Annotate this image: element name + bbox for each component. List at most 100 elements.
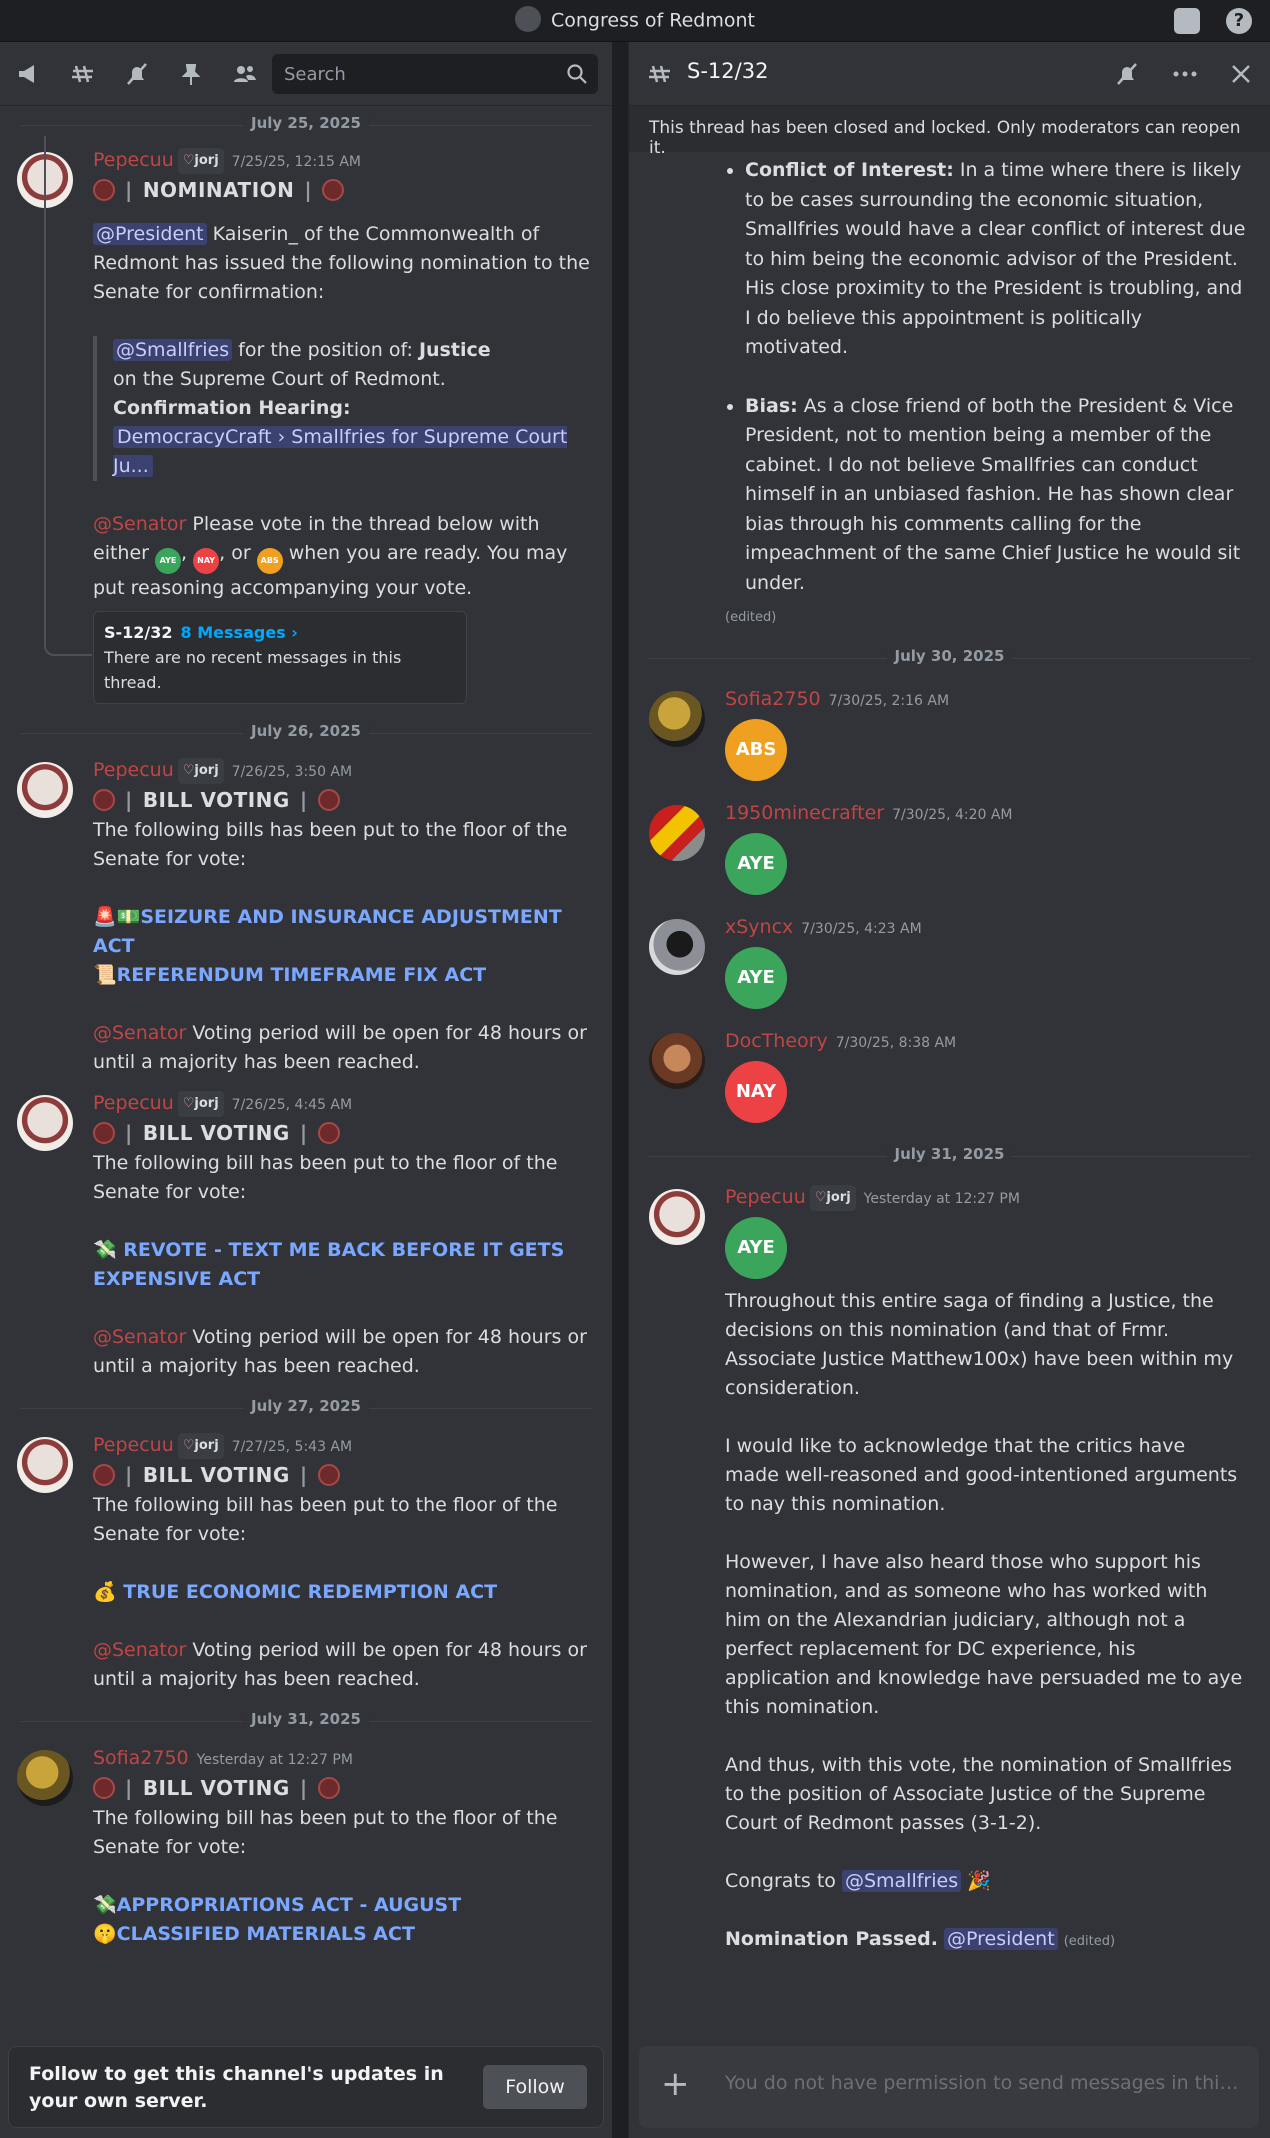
- pane-gap: [612, 42, 628, 2138]
- username[interactable]: DocTheory: [725, 1030, 828, 1052]
- username[interactable]: 1950minecrafter: [725, 802, 884, 824]
- message-text: The following bill has been put to the f…: [93, 1152, 558, 1203]
- mention-president[interactable]: @President: [944, 1928, 1058, 1950]
- message-header: | BILL VOTING |: [93, 784, 592, 816]
- bill-link[interactable]: TRUE ECONOMIC REDEMPTION ACT: [117, 1581, 497, 1603]
- server-tag[interactable]: jorj: [177, 1091, 224, 1117]
- bill-link[interactable]: REFERENDUM TIMEFRAME FIX ACT: [117, 964, 486, 986]
- avatar[interactable]: [17, 762, 73, 818]
- thread-preview-card[interactable]: S-12/32 8 Messages › There are no recent …: [93, 611, 467, 704]
- message-nomination: Pepecuujorj 7/25/25, 12:15 AM |NOMINATION…: [0, 136, 612, 704]
- username[interactable]: Pepecuu: [725, 1186, 806, 1208]
- message-composer[interactable]: + You do not have permission to send mes…: [639, 2046, 1259, 2128]
- bill-link[interactable]: APPROPRIATIONS ACT - AUGUST: [117, 1894, 462, 1916]
- avatar[interactable]: [649, 1189, 705, 1245]
- title-bar: Congress of Redmont ?: [0, 0, 1270, 42]
- help-icon[interactable]: ?: [1226, 8, 1252, 34]
- mention-senator[interactable]: @Senator: [93, 1639, 186, 1661]
- thread-icon: [649, 65, 670, 83]
- date-divider: July 26, 2025: [20, 720, 592, 746]
- username[interactable]: Pepecuu: [93, 1434, 174, 1456]
- threads-icon[interactable]: [70, 62, 96, 86]
- message-text: The following bill has been put to the f…: [93, 1807, 558, 1858]
- avatar[interactable]: [649, 1033, 705, 1089]
- date-divider: July 27, 2025: [20, 1395, 592, 1421]
- message-text: @Senator Voting period will be open for …: [93, 1022, 587, 1073]
- mention-senator[interactable]: @Senator: [93, 513, 186, 535]
- mention-president[interactable]: @President: [93, 223, 207, 245]
- server-tag[interactable]: jorj: [177, 148, 224, 174]
- channel-link[interactable]: DemocracyCraft › Smallfries for Supreme …: [113, 426, 568, 477]
- username[interactable]: Sofia2750: [725, 688, 821, 710]
- bill-list: 💸 REVOTE - TEXT ME BACK BEFORE IT GETS E…: [93, 1239, 565, 1290]
- username[interactable]: Pepecuu: [93, 1092, 174, 1114]
- aye-emoji: AYE: [725, 947, 787, 1009]
- mute-bell-icon[interactable]: [124, 62, 150, 86]
- megaphone-icon[interactable]: [16, 62, 42, 86]
- server-tag[interactable]: jorj: [809, 1185, 856, 1211]
- mention-senator[interactable]: @Senator: [93, 1326, 186, 1348]
- message-header: | NOMINATION |: [93, 174, 592, 206]
- mute-bell-icon[interactable]: [1114, 62, 1140, 86]
- seal-icon: [93, 1122, 115, 1144]
- username[interactable]: Sofia2750: [93, 1747, 189, 1769]
- mention-senator[interactable]: @Senator: [93, 1022, 186, 1044]
- vote-message: xSyncx 7/30/25, 4:23 AM AYE: [649, 915, 1250, 1009]
- aye-emoji: AYE: [725, 833, 787, 895]
- message-bill-voting: Pepecuujorj 7/26/25, 3:50 AM |BILL VOTING…: [0, 758, 612, 1077]
- mention-smallfries[interactable]: @Smallfries: [841, 1870, 962, 1892]
- thread-message-count[interactable]: 8 Messages ›: [181, 623, 298, 642]
- server-tag[interactable]: jorj: [177, 758, 224, 784]
- timestamp: 7/30/25, 2:16 AM: [828, 693, 950, 709]
- seal-icon: [317, 1122, 340, 1144]
- message-text: @Senator Please vote in the thread below…: [93, 513, 568, 599]
- message-bill-voting: Pepecuujorj 7/27/25, 5:43 AM |BILL VOTING…: [0, 1433, 612, 1694]
- more-options-icon[interactable]: [1172, 62, 1198, 86]
- inbox-icon[interactable]: [1174, 8, 1200, 34]
- aye-emoji: AYE: [725, 1217, 787, 1279]
- avatar[interactable]: [649, 919, 705, 975]
- date-divider: July 25, 2025: [20, 112, 592, 138]
- timestamp: 7/30/25, 8:38 AM: [835, 1035, 957, 1051]
- bill-link[interactable]: CLASSIFIED MATERIALS ACT: [117, 1923, 415, 1945]
- avatar[interactable]: [17, 1095, 73, 1151]
- members-icon[interactable]: [232, 62, 258, 86]
- username[interactable]: xSyncx: [725, 916, 793, 938]
- username[interactable]: Pepecuu: [93, 759, 174, 781]
- close-icon[interactable]: [1230, 62, 1252, 86]
- channel-header: Search: [0, 42, 612, 106]
- follow-text: Follow to get this channel's updates in …: [29, 2063, 444, 2112]
- avatar[interactable]: [649, 691, 705, 747]
- server-tag[interactable]: jorj: [177, 1433, 224, 1459]
- seal-icon: [93, 1777, 115, 1799]
- bill-list: 💸APPROPRIATIONS ACT - AUGUST 🤫CLASSIFIED …: [93, 1894, 462, 1945]
- follow-button[interactable]: Follow: [483, 2065, 587, 2109]
- seal-icon: [317, 1777, 340, 1799]
- seal-icon: [93, 179, 115, 201]
- bill-list: 💰 TRUE ECONOMIC REDEMPTION ACT: [93, 1581, 498, 1603]
- seal-icon: [322, 179, 345, 201]
- mention-smallfries[interactable]: @Smallfries: [113, 339, 233, 361]
- avatar[interactable]: [17, 1750, 73, 1806]
- bill-link[interactable]: REVOTE - TEXT ME BACK BEFORE IT GETS EXP…: [93, 1239, 564, 1290]
- message-bill-voting: Pepecuujorj 7/26/25, 4:45 AM |BILL VOTING…: [0, 1091, 612, 1381]
- vote-message: DocTheory 7/30/25, 8:38 AM NAY: [649, 1029, 1250, 1123]
- message-text: And thus, with this vote, the nomination…: [725, 1754, 1233, 1834]
- bill-link[interactable]: SEIZURE AND INSURANCE ADJUSTMENT ACT: [93, 906, 562, 957]
- message-text: @Senator Voting period will be open for …: [93, 1639, 587, 1690]
- thread-name[interactable]: S-12/32: [104, 623, 173, 642]
- message-text: Congrats to @Smallfries 🎉: [725, 1870, 991, 1892]
- thread-header: S-12/32: [629, 42, 1270, 106]
- avatar[interactable]: [649, 805, 705, 861]
- pin-icon[interactable]: [178, 62, 204, 86]
- seal-icon: [93, 789, 115, 811]
- username[interactable]: Pepecuu: [93, 149, 174, 171]
- search-input[interactable]: Search: [272, 54, 598, 94]
- vote-message: Sofia2750 7/30/25, 2:16 AM ABS: [649, 687, 1250, 781]
- avatar[interactable]: [17, 1437, 73, 1493]
- timestamp: Yesterday at 12:27 PM: [196, 1752, 353, 1768]
- message-text: @Senator Voting period will be open for …: [93, 1326, 587, 1377]
- window-title-wrap: Congress of Redmont: [0, 6, 1270, 34]
- message-text: The following bills has been put to the …: [93, 819, 568, 870]
- plus-icon[interactable]: +: [661, 2066, 690, 2102]
